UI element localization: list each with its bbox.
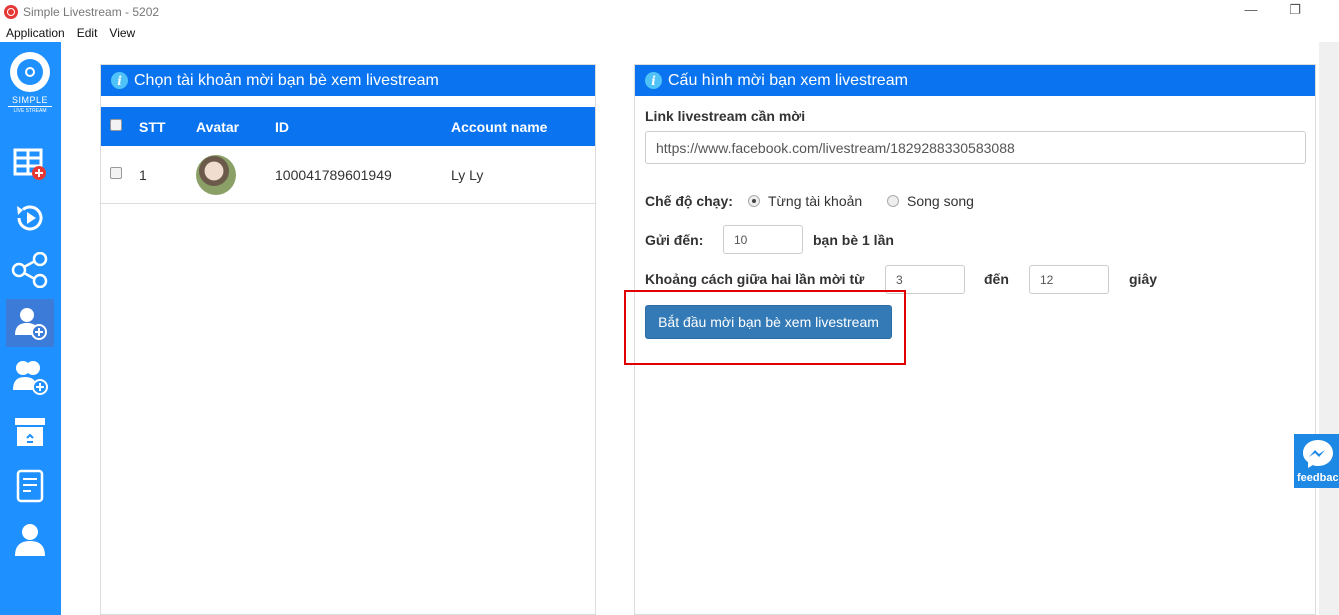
interval-label: Khoảng cách giữa hai lần mời từ (645, 271, 865, 287)
radio-parallel-label[interactable]: Song song (907, 193, 974, 209)
config-panel-header: i Cấu hình mời bạn xem livestream (635, 65, 1315, 96)
box-icon[interactable] (6, 408, 54, 456)
logo-subtext: LIVE STREAM (8, 106, 52, 114)
row-account-name: Ly Ly (451, 167, 484, 183)
send-count-input[interactable]: 10 (723, 225, 803, 254)
interval-unit: giây (1129, 271, 1158, 287)
link-input[interactable]: https://www.facebook.com/livestream/1829… (645, 131, 1306, 164)
feedback-button[interactable]: feedback (1294, 434, 1339, 488)
select-all-checkbox[interactable] (110, 119, 122, 131)
interval-to-label: đến (984, 271, 1009, 287)
minimize-button[interactable]: — (1236, 2, 1266, 17)
column-id: ID (275, 119, 289, 135)
scrollbar[interactable] (1319, 42, 1339, 615)
send-suffix: bạn bè 1 lần (813, 232, 894, 248)
table-header: STT Avatar ID Account name (101, 107, 595, 146)
menu-bar: Application Edit View (0, 23, 1339, 42)
add-group-icon[interactable] (6, 353, 54, 401)
avatar (196, 155, 236, 195)
column-stt: STT (139, 119, 166, 135)
menu-view[interactable]: View (103, 26, 141, 40)
interval-to-input[interactable]: 12 (1029, 265, 1109, 294)
replay-icon[interactable] (6, 194, 54, 242)
account-panel-header: i Chọn tài khoản mời bạn bè xem livestre… (101, 65, 595, 96)
menu-application[interactable]: Application (0, 26, 71, 40)
row-stt: 1 (139, 167, 147, 183)
sidebar: SIMPLE LIVE STREAM (0, 42, 61, 615)
share-icon[interactable] (6, 246, 54, 294)
mode-label: Chế độ chạy: (645, 193, 733, 209)
title-bar: Simple Livestream - 5202 — ❐ (0, 0, 1339, 23)
radio-single-account-label[interactable]: Từng tài khoản (768, 193, 862, 209)
document-icon[interactable] (6, 462, 54, 510)
column-avatar: Avatar (196, 119, 240, 135)
column-account-name: Account name (451, 119, 548, 135)
menu-edit[interactable]: Edit (71, 26, 104, 40)
link-label: Link livestream cần mời (645, 108, 806, 124)
app-logo[interactable]: SIMPLE LIVE STREAM (8, 52, 52, 114)
app-logo-icon (4, 4, 18, 19)
info-icon: i (645, 72, 662, 89)
table-row[interactable]: 1 100041789601949 Ly Ly (101, 146, 595, 204)
highlight-box (624, 290, 906, 365)
info-icon: i (111, 72, 128, 89)
row-checkbox[interactable] (110, 167, 122, 179)
logo-text: SIMPLE (11, 95, 48, 105)
row-id: 100041789601949 (275, 167, 392, 183)
radio-parallel[interactable] (887, 195, 899, 207)
account-panel: i Chọn tài khoản mời bạn bè xem livestre… (100, 64, 596, 615)
account-panel-title: Chọn tài khoản mời bạn bè xem livestream (134, 71, 439, 89)
send-label: Gửi đến: (645, 232, 704, 248)
restore-button[interactable]: ❐ (1280, 2, 1310, 18)
feedback-label: feedback (1297, 472, 1339, 484)
grid-add-icon[interactable] (6, 140, 54, 188)
config-panel-title: Cấu hình mời bạn xem livestream (668, 71, 908, 89)
add-user-icon[interactable] (6, 299, 54, 347)
messenger-icon (1303, 440, 1333, 468)
radio-single-account[interactable] (748, 195, 760, 207)
user-icon[interactable] (6, 516, 54, 564)
window-title: Simple Livestream - 5202 (23, 4, 160, 19)
